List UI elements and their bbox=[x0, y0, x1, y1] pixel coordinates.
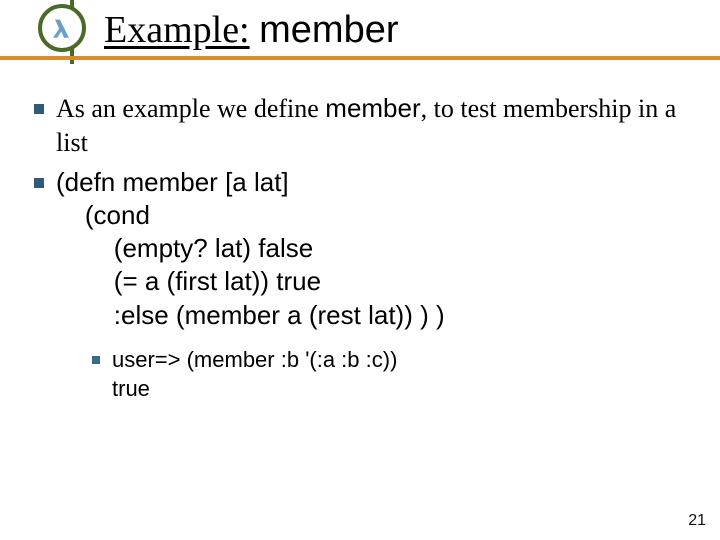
lambda-logo-icon bbox=[38, 4, 86, 52]
title-row: Example: member bbox=[0, 0, 720, 78]
bullet-code: (defn member [a lat] (cond (empty? lat) … bbox=[34, 166, 694, 332]
slide-title: Example: member bbox=[104, 8, 399, 52]
content: As an example we define member, to test … bbox=[34, 92, 694, 409]
title-suffix: member bbox=[259, 9, 398, 51]
bullet-icon bbox=[34, 104, 44, 114]
code-line: (empty? lat) false bbox=[56, 232, 445, 265]
bullet-repl: user=> (member :b '(:a :b :c)) true bbox=[92, 346, 694, 403]
code-line: (defn member [a lat] bbox=[56, 166, 445, 199]
slide: Example: member As an example we define … bbox=[0, 0, 720, 540]
repl-block: user=> (member :b '(:a :b :c)) true bbox=[112, 346, 397, 403]
code-line: :else (member a (rest lat)) ) ) bbox=[56, 299, 445, 332]
code-line: (= a (first lat)) true bbox=[56, 265, 445, 298]
page-number: 21 bbox=[688, 512, 706, 530]
repl-line: true bbox=[112, 375, 397, 404]
repl-line: user=> (member :b '(:a :b :c)) bbox=[112, 346, 397, 375]
title-underline-bar bbox=[0, 56, 720, 60]
title-prefix: Example: bbox=[104, 9, 250, 51]
code-block: (defn member [a lat] (cond (empty? lat) … bbox=[56, 166, 445, 332]
intro-a: As an example we define bbox=[56, 94, 325, 123]
bullet-intro: As an example we define member, to test … bbox=[34, 92, 694, 160]
intro-text: As an example we define member, to test … bbox=[56, 92, 694, 160]
code-line: (cond bbox=[56, 199, 445, 232]
intro-b: member bbox=[325, 93, 420, 123]
bullet-icon bbox=[34, 178, 44, 188]
bullet-icon bbox=[92, 356, 100, 364]
